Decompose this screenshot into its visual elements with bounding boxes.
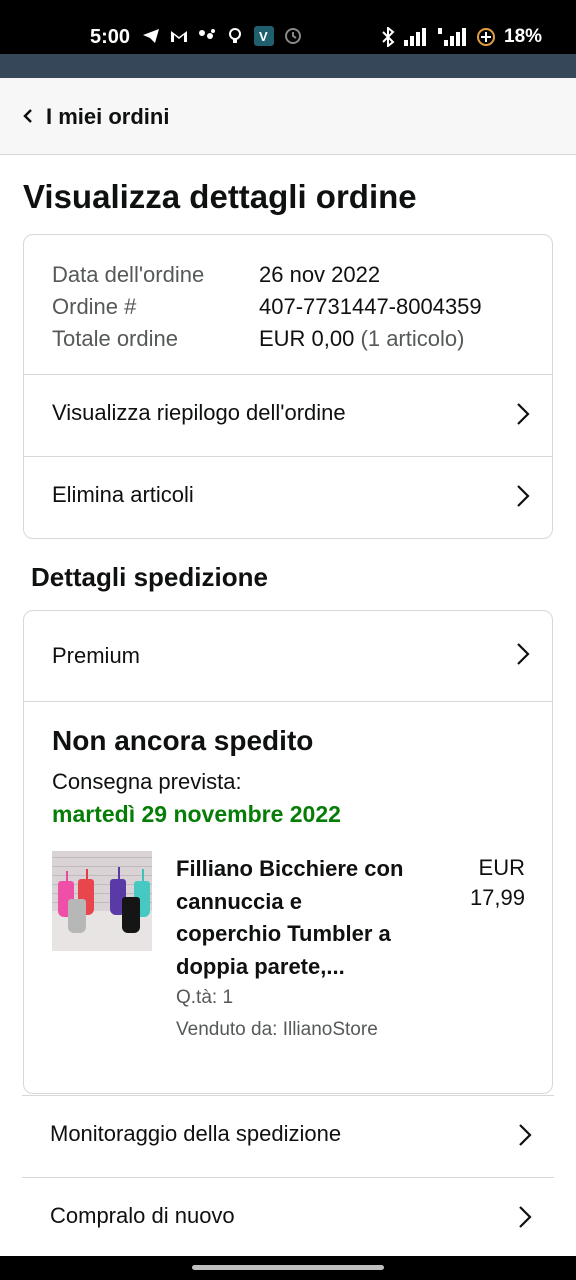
product-price: EUR 17,99 [470,853,525,913]
product-name-link[interactable]: Filliano Bicchiere con cannuccia e coper… [176,853,406,983]
order-date-value: 26 nov 2022 [259,262,381,287]
app-v-icon: V [254,26,274,46]
gmail-icon [171,31,187,42]
expected-delivery-label: Consegna prevista: [52,769,242,794]
product-image[interactable] [52,851,152,951]
clock-icon [285,28,301,44]
shipping-method-link[interactable]: Premium [52,643,140,669]
buy-again-label[interactable]: Compralo di nuovo [50,1203,235,1229]
telegram-icon [143,29,159,43]
battery-icon [477,28,495,46]
order-number-label: Ordine # [52,294,137,319]
order-info: Data dell'ordine 26 nov 2022 Ordine # 40… [52,259,482,355]
back-link-label[interactable]: I miei ordini [46,104,169,130]
expected-delivery-date: martedì 29 novembre 2022 [52,801,341,827]
status-right: 18% [380,26,542,48]
product-seller: Venduto da: IllianoStore [176,1019,378,1040]
chevron-right-icon [517,485,530,507]
product-price-currency: EUR [478,855,525,880]
chevron-right-icon[interactable] [516,642,530,666]
notification-icons: V [142,26,302,46]
chevron-right-icon [519,1206,532,1228]
status-bar: 5:00 V 18% [0,0,576,54]
order-date-label: Data dell'ordine [52,262,205,287]
signal-icon [438,28,466,46]
signal-icon [404,28,426,46]
back-navigation[interactable]: I miei ordini [0,78,576,155]
track-shipment-label[interactable]: Monitoraggio della spedizione [50,1121,341,1147]
view-order-summary-link[interactable]: Visualizza riepilogo dell'ordine [24,374,552,456]
battery-percent: 18% [504,26,543,47]
delete-items-link[interactable]: Elimina articoli [24,456,552,538]
product-quantity: Q.tà: 1 [176,987,234,1008]
chevron-right-icon [517,403,530,425]
delete-items-label[interactable]: Elimina articoli [52,482,194,508]
order-total-value: EUR 0,00 (1 articolo) [259,323,464,355]
bluetooth-icon [382,27,395,47]
shipment-card: Premium Non ancora spedito Consegna prev… [23,610,553,1094]
view-order-summary-label[interactable]: Visualizza riepilogo dell'ordine [52,400,346,426]
order-date-row: Data dell'ordine 26 nov 2022 [52,259,482,291]
order-number-row: Ordine # 407-7731447-8004359 [52,291,482,323]
buy-again-link[interactable]: Compralo di nuovo [22,1177,554,1259]
product-price-value: 17,99 [469,885,525,910]
order-number-value: 407-7731447-8004359 [259,294,482,319]
dots-icon [199,29,215,39]
bulb-icon [229,28,241,43]
svg-text:V: V [259,29,268,44]
system-navigation-bar [0,1256,576,1280]
order-total-amount: EUR 0,00 [259,326,355,351]
shipment-status: Non ancora spedito [52,725,314,756]
home-gesture-handle[interactable] [192,1265,384,1270]
order-total-label: Totale ordine [52,326,178,351]
shipping-section-title: Dettagli spedizione [31,562,268,592]
back-chevron-icon[interactable] [22,108,34,124]
divider [24,701,552,702]
page-title: Visualizza dettagli ordine [23,178,417,215]
track-shipment-link[interactable]: Monitoraggio della spedizione [22,1095,554,1177]
chevron-right-icon [519,1124,532,1146]
order-item-count: (1 articolo) [360,326,465,351]
status-time: 5:00 [90,26,131,48]
app-header-band [0,54,576,78]
order-summary-card: Data dell'ordine 26 nov 2022 Ordine # 40… [23,234,553,539]
order-total-row: Totale ordine EUR 0,00 (1 articolo) [52,323,482,355]
